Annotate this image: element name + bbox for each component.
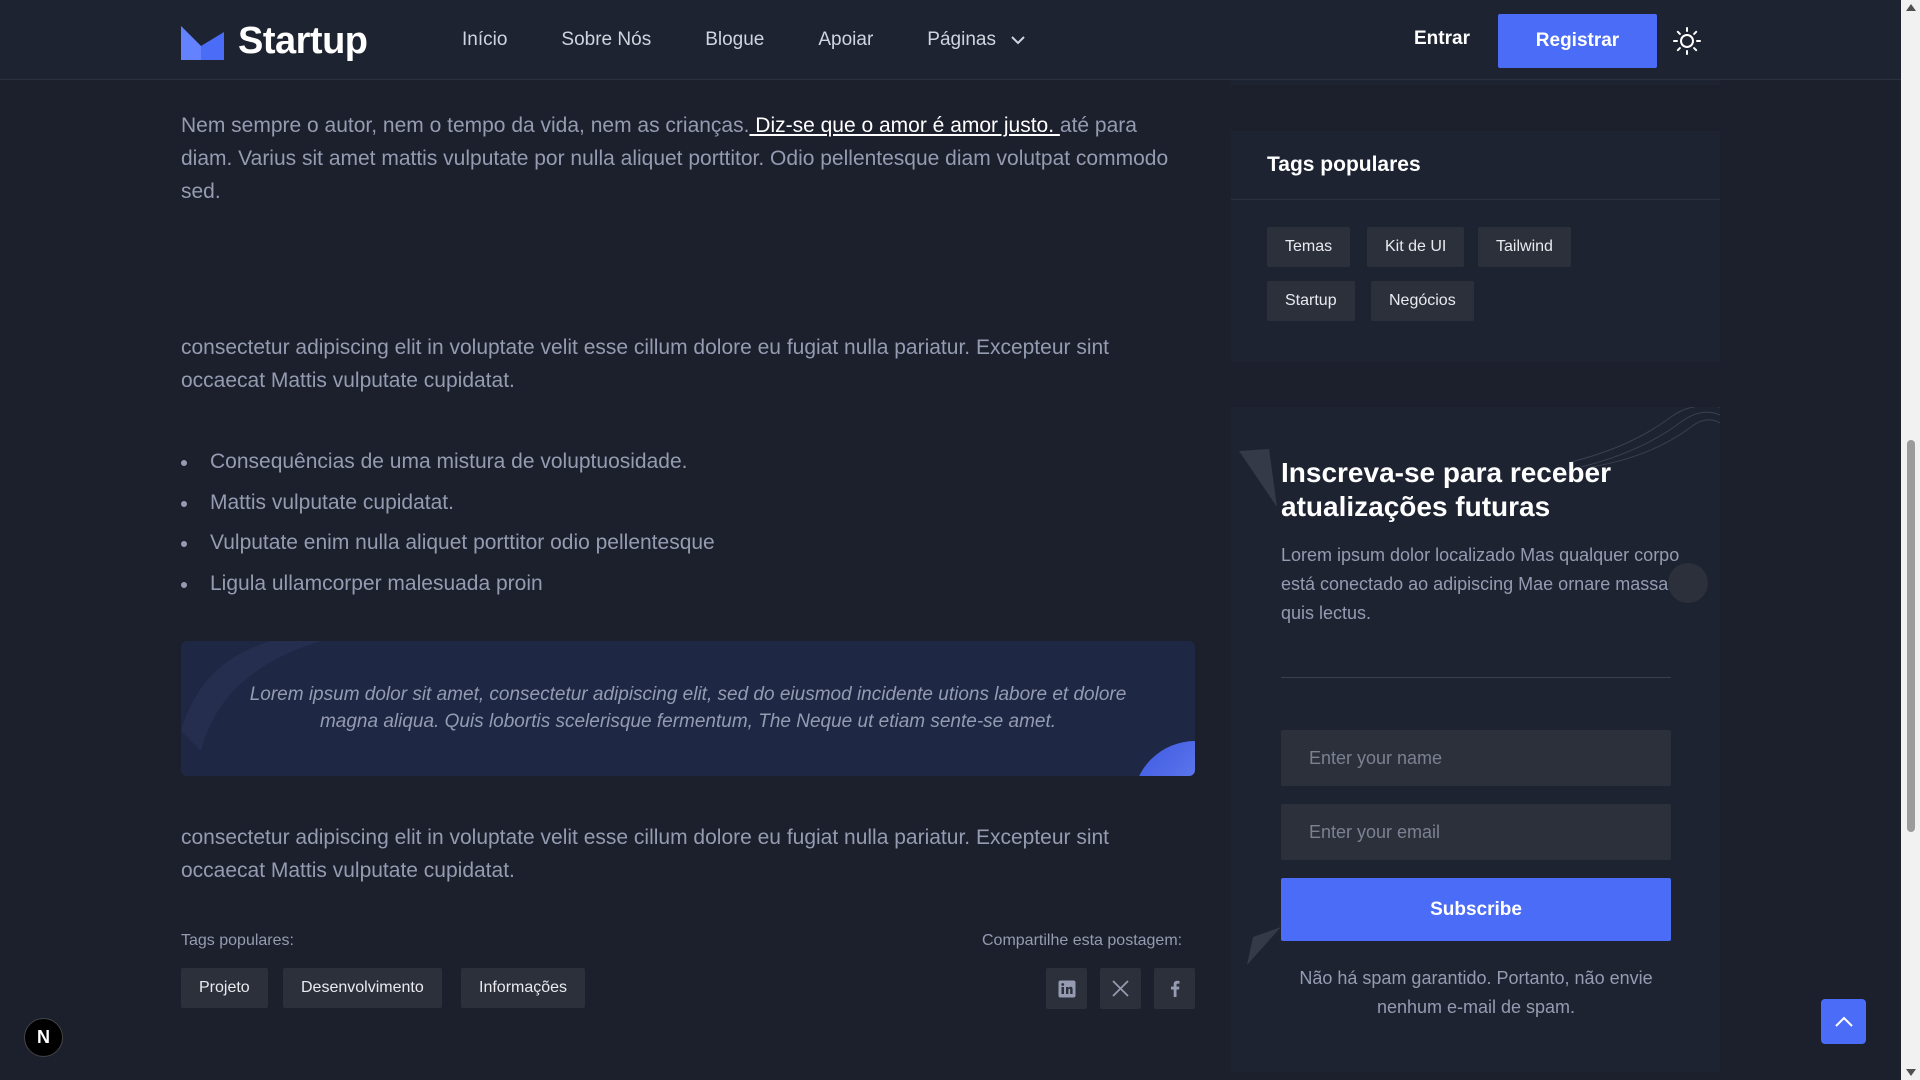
chevron-down-icon	[1011, 36, 1025, 45]
email-input[interactable]	[1281, 804, 1671, 860]
chevron-up-icon	[1834, 1016, 1853, 1027]
divider	[1281, 677, 1671, 678]
site-header: Startup Início Sobre Nós Blogue Apoiar P…	[0, 0, 1901, 80]
nav-item-sobre-nos[interactable]: Sobre Nós	[561, 29, 651, 51]
list-item: Ligula ullamcorper malesuada proin	[181, 564, 715, 605]
quote-decoration-circle	[1139, 741, 1195, 776]
article-paragraph-3: consectetur adipiscing elit in voluptate…	[181, 826, 1110, 882]
logo[interactable]: Startup	[181, 20, 368, 63]
list-item: Vulputate enim nulla aliquet porttitor o…	[181, 523, 715, 564]
share-label: Compartilhe esta postagem:	[982, 932, 1183, 949]
sidebar-tag-negocios[interactable]: Negócios	[1371, 281, 1474, 321]
name-input[interactable]	[1281, 730, 1671, 786]
list-item: Consequências de uma mistura de voluptuo…	[181, 442, 715, 483]
nav-item-paginas[interactable]: Páginas	[927, 29, 1026, 51]
logo-icon	[181, 25, 224, 60]
linkedin-icon	[1058, 980, 1075, 997]
article-paragraph-2: consectetur adipiscing elit in voluptate…	[181, 336, 1110, 392]
newsletter-note: Não há spam garantido. Portanto, não env…	[1299, 968, 1653, 1017]
nav-item-apoiar[interactable]: Apoiar	[818, 29, 873, 51]
logo-text: Startup	[238, 20, 368, 62]
newsletter-title: Inscreva-se para receber atualizações fu…	[1281, 457, 1611, 522]
sidebar-tag-tailwind[interactable]: Tailwind	[1478, 227, 1571, 267]
list-item: Mattis vulputate cupidatat.	[181, 483, 715, 524]
scrollbar-thumb[interactable]	[1907, 440, 1915, 832]
sidebar-tag-kit-de-ui[interactable]: Kit de UI	[1367, 227, 1465, 267]
subscribe-button[interactable]: Subscribe	[1281, 878, 1671, 941]
share-facebook-button[interactable]	[1154, 968, 1195, 1009]
scrollbar[interactable]	[1901, 0, 1920, 1080]
newsletter-decoration-shard-bottom	[1247, 927, 1281, 965]
popular-tags-card: Tags populares Temas Kit de UI Tailwind …	[1231, 131, 1720, 362]
main-nav: Início Sobre Nós Blogue Apoiar Páginas	[462, 0, 1026, 80]
article-tags-label: Tags populares:	[181, 932, 294, 949]
share-x-button[interactable]	[1100, 968, 1141, 1009]
scroll-up-arrow-icon[interactable]	[1906, 4, 1916, 11]
nav-item-inicio[interactable]: Início	[462, 29, 507, 51]
scroll-down-arrow-icon[interactable]	[1906, 1069, 1916, 1076]
signup-button[interactable]: Registrar	[1498, 14, 1657, 68]
signin-link[interactable]: Entrar	[1414, 28, 1470, 50]
newsletter-card: Inscreva-se para receber atualizações fu…	[1231, 407, 1720, 1072]
sidebar-card-bottom-edge	[1231, 80, 1720, 85]
popular-tags-title: Tags populares	[1267, 153, 1421, 176]
newsletter-description: Lorem ipsum dolor localizado Mas qualque…	[1281, 545, 1680, 623]
scroll-to-top-button[interactable]	[1821, 999, 1866, 1044]
article-paragraph-1-text: Nem sempre o autor, nem o tempo da vida,…	[181, 114, 750, 137]
nav-item-paginas-label: Páginas	[927, 29, 996, 50]
newsletter-decoration-shard	[1239, 449, 1277, 507]
share-linkedin-button[interactable]	[1046, 968, 1087, 1009]
blockquote: Lorem ipsum dolor sit amet, consectetur …	[181, 641, 1195, 776]
nextjs-dev-badge[interactable]: N	[24, 1018, 63, 1057]
article-tag-projeto[interactable]: Projeto	[181, 968, 268, 1008]
blockquote-text: Lorem ipsum dolor sit amet, consectetur …	[249, 684, 1127, 732]
nav-item-blogue[interactable]: Blogue	[705, 29, 764, 51]
article-tag-informacoes[interactable]: Informações	[461, 968, 586, 1008]
article-inline-link[interactable]: Diz-se que o amor é amor justo.	[749, 114, 1059, 137]
article-paragraph-1: Nem sempre o autor, nem o tempo da vida,…	[181, 109, 1191, 208]
sun-icon[interactable]	[1672, 26, 1702, 56]
article-tag-desenvolvimento[interactable]: Desenvolvimento	[283, 968, 442, 1008]
sidebar-tag-temas[interactable]: Temas	[1267, 227, 1351, 267]
article-bullet-list: Consequências de uma mistura de voluptuo…	[181, 442, 715, 604]
x-icon	[1112, 980, 1129, 997]
facebook-icon	[1170, 980, 1179, 997]
divider	[1231, 199, 1720, 200]
sidebar-tag-startup[interactable]: Startup	[1267, 281, 1355, 321]
